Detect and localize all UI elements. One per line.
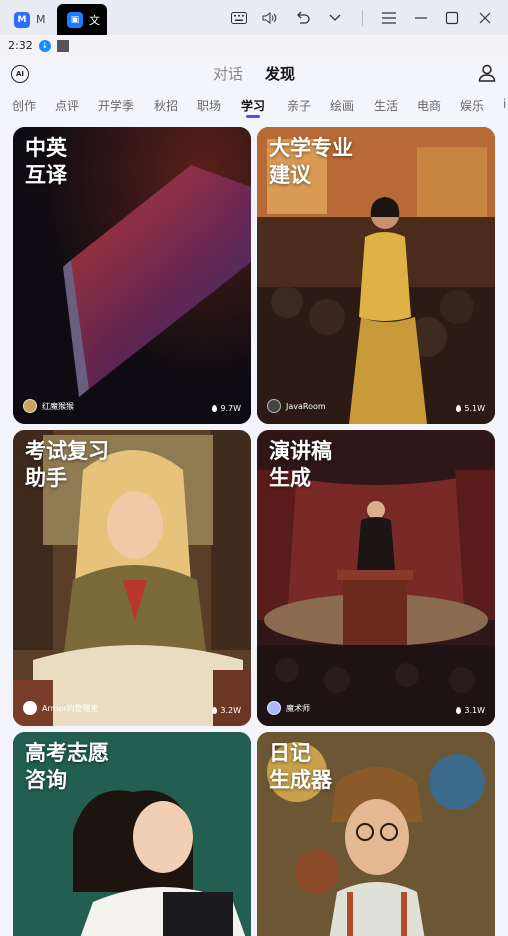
tab-discover[interactable]: 发现 <box>265 63 295 84</box>
category-tab-秋招[interactable]: 秋招 <box>154 97 178 114</box>
status-time: 2:32 <box>8 39 33 52</box>
chevron-down-icon[interactable] <box>324 7 346 29</box>
window-tab-1[interactable]: M M <box>4 4 56 35</box>
card-usage-count: 3.1W <box>456 706 485 715</box>
card-usage-count: 9.7W <box>212 404 241 413</box>
card-author: JavaRoom <box>267 399 326 413</box>
flame-icon <box>456 707 462 714</box>
card-author: Armor的整理室 <box>23 701 99 715</box>
window-tab-label: M <box>36 13 46 26</box>
author-avatar <box>267 399 281 413</box>
flame-icon <box>212 707 218 714</box>
flame-icon <box>456 405 462 412</box>
bot-card-major-advice[interactable]: 大学专业 建议 JavaRoom 5.1W <box>257 127 495 424</box>
minimize-icon[interactable] <box>410 7 432 29</box>
card-author: 魔术师 <box>267 701 310 715</box>
maximize-icon[interactable] <box>441 7 463 29</box>
app-cube-icon: ▣ <box>67 11 83 28</box>
close-icon[interactable] <box>474 7 496 29</box>
window-tab-label: 文 <box>89 13 100 27</box>
flame-icon <box>212 405 218 412</box>
volume-icon[interactable] <box>259 7 281 29</box>
category-tab-电商[interactable]: 电商 <box>417 97 441 114</box>
category-tab-亲子[interactable]: 亲子 <box>287 97 311 114</box>
ai-logo-icon[interactable]: AI <box>11 65 29 83</box>
bot-card-diary-generator[interactable]: 日记 生成器 <box>257 732 495 936</box>
card-author: 红魔猴猴 <box>23 399 74 413</box>
category-tab-绘画[interactable]: 绘画 <box>330 97 354 114</box>
tab-chat[interactable]: 对话 <box>213 63 243 84</box>
user-profile-icon[interactable] <box>478 64 496 82</box>
author-avatar <box>267 701 281 715</box>
app-header: AI 对话 发现 <box>0 56 508 92</box>
category-tab-点评[interactable]: 点评 <box>55 97 79 114</box>
author-avatar <box>23 701 37 715</box>
card-title: 日记 生成器 <box>269 741 332 792</box>
notification-icon <box>56 39 69 52</box>
keyboard-icon[interactable] <box>228 7 250 29</box>
card-title: 演讲稿 生成 <box>269 439 332 490</box>
bot-card-exam-review[interactable]: 考试复习 助手 Armor的整理室 3.2W <box>13 430 251 726</box>
active-category-indicator <box>246 115 260 118</box>
category-tab-职场[interactable]: 职场 <box>197 97 221 114</box>
category-tab-overflow[interactable]: i <box>503 97 506 111</box>
bot-card-gaokao-advice[interactable]: 高考志愿 咨询 <box>13 732 251 936</box>
title-bar: M M ▣ 文 <box>0 0 508 35</box>
divider <box>362 10 363 26</box>
category-tab-学习[interactable]: 学习 <box>241 97 265 114</box>
category-tab-生活[interactable]: 生活 <box>374 97 398 114</box>
bot-card-translate[interactable]: 中英 互译 红魔猴猴 9.7W <box>13 127 251 424</box>
category-tab-开学季[interactable]: 开学季 <box>98 97 134 114</box>
app-logo-icon: M <box>14 11 30 28</box>
bot-card-speech-writer[interactable]: 演讲稿 生成 魔术师 3.1W <box>257 430 495 726</box>
card-title: 大学专业 建议 <box>269 136 353 187</box>
undo-icon[interactable] <box>292 7 314 29</box>
card-usage-count: 5.1W <box>456 404 485 413</box>
card-usage-count: 3.2W <box>212 706 241 715</box>
card-title: 高考志愿 咨询 <box>25 741 109 792</box>
card-title: 考试复习 助手 <box>25 439 109 490</box>
status-bar: 2:32 ↓ <box>0 35 508 56</box>
download-icon: ↓ <box>38 39 51 52</box>
card-title: 中英 互译 <box>25 136 67 187</box>
category-tab-娱乐[interactable]: 娱乐 <box>460 97 484 114</box>
menu-icon[interactable] <box>378 7 400 29</box>
author-avatar <box>23 399 37 413</box>
category-tab-创作[interactable]: 创作 <box>12 97 36 114</box>
window-tab-2[interactable]: ▣ 文 <box>57 4 107 35</box>
category-bar: 创作 点评 开学季 秋招 职场 学习 亲子 绘画 生活 电商 娱乐 i <box>0 92 508 120</box>
app-window: M M ▣ 文 2:32 ↓ AI 对话 发现 创作 点评 开学季 秋招 职场 … <box>0 0 508 936</box>
